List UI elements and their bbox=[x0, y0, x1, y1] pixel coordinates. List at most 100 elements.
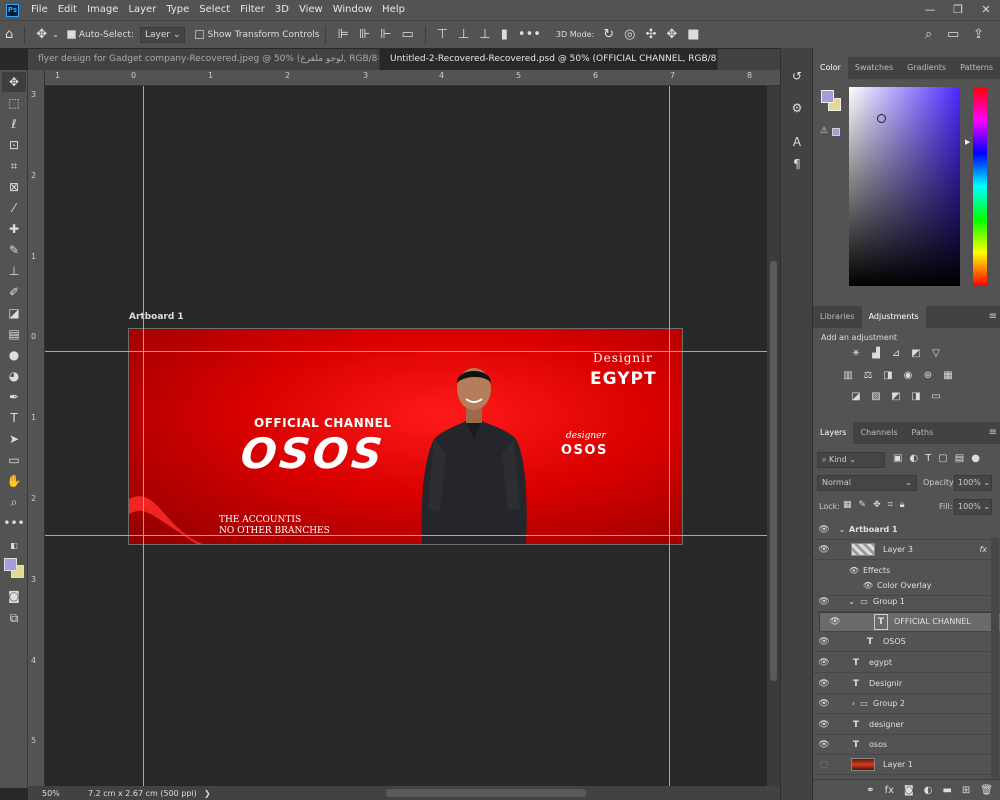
zoom-tool-icon[interactable]: ⌕ bbox=[2, 492, 26, 512]
menu-edit[interactable]: Edit bbox=[53, 0, 82, 20]
move-tool-icon[interactable]: ✥ bbox=[2, 72, 26, 92]
menu-type[interactable]: Type bbox=[161, 0, 194, 20]
gradient-tool-icon[interactable]: ▤ bbox=[2, 324, 26, 344]
visibility-eye-icon[interactable]: 👁︎ bbox=[824, 615, 846, 629]
home-icon[interactable]: ⌂ bbox=[5, 21, 13, 49]
close-button[interactable]: ✕ bbox=[972, 0, 1000, 20]
tab-swatches[interactable]: Swatches bbox=[848, 57, 900, 79]
align-left-icon[interactable]: ⊫ bbox=[337, 21, 348, 49]
layer-row-osos[interactable]: 👁︎ T OSOS bbox=[813, 632, 1000, 652]
character-panel-icon[interactable]: A bbox=[787, 132, 807, 152]
layer-row-layer-3[interactable]: 👁︎ Layer 3 fx bbox=[813, 540, 1000, 560]
panel-menu-icon[interactable]: ≡ bbox=[989, 306, 997, 328]
link-layers-icon[interactable]: ⚭ bbox=[866, 785, 874, 796]
visibility-eye-icon[interactable]: 👁︎ bbox=[813, 699, 835, 709]
tab-flyer-design[interactable]: flyer design for Gadget company-Recovere… bbox=[28, 49, 380, 70]
chevron-right-icon[interactable]: › bbox=[835, 699, 855, 708]
gamut-warning-icon[interactable]: ⚠ bbox=[820, 126, 828, 136]
zoom-level[interactable]: 50% bbox=[42, 789, 82, 798]
search-icon[interactable]: ⌕ bbox=[925, 21, 932, 49]
photo-filter-icon[interactable]: ◉ bbox=[901, 370, 915, 382]
tab-color[interactable]: Color bbox=[813, 57, 848, 79]
tab-layers[interactable]: Layers bbox=[813, 422, 854, 444]
edit-toolbar-icon[interactable]: ••• bbox=[2, 513, 26, 533]
gradient-map-icon[interactable]: ▭ bbox=[929, 391, 943, 403]
properties-panel-icon[interactable]: ⚙ bbox=[787, 98, 807, 118]
delete-layer-icon[interactable]: 🗑︎ bbox=[980, 785, 993, 796]
layer-row-layer-1[interactable]: ▢ Layer 1 bbox=[813, 755, 1000, 775]
share-icon[interactable]: ⇪ bbox=[973, 21, 984, 49]
layer-row-egypt[interactable]: 👁︎ T egypt bbox=[813, 653, 1000, 673]
brightness-icon[interactable]: ☀ bbox=[849, 348, 863, 360]
shape-filter-icon[interactable]: ▢ bbox=[938, 453, 947, 464]
curves-icon[interactable]: ⊿ bbox=[889, 348, 903, 360]
layer-row-official-channel[interactable]: 👁︎ T OFFICIAL CHANNEL bbox=[819, 612, 1000, 632]
foreground-color-swatch[interactable] bbox=[4, 558, 17, 571]
visibility-box-icon[interactable]: ▢ bbox=[813, 760, 835, 770]
layer-effects-fx-icon[interactable]: fx bbox=[979, 545, 987, 554]
layer-row-artboard-1[interactable]: 👁︎ ⌄ Artboard 1 bbox=[813, 520, 1000, 540]
object-select-tool-icon[interactable]: ⊡ bbox=[2, 135, 26, 155]
visibility-eye-icon[interactable]: 👁︎ bbox=[813, 740, 835, 750]
visibility-eye-icon[interactable]: 👁︎ bbox=[813, 525, 835, 535]
layers-scrollbar[interactable] bbox=[991, 538, 999, 778]
hue-slider-handle[interactable]: ▶ bbox=[965, 138, 970, 146]
show-transform-checkbox[interactable] bbox=[195, 30, 205, 39]
tab-channels[interactable]: Channels bbox=[853, 422, 904, 444]
scrollbar-thumb[interactable] bbox=[770, 261, 777, 681]
tab-adjustments[interactable]: Adjustments bbox=[861, 306, 926, 328]
visibility-eye-icon[interactable]: 👁︎ bbox=[813, 720, 835, 730]
lock-image-icon[interactable]: ✎ bbox=[859, 500, 867, 510]
path-selection-tool-icon[interactable]: ➤ bbox=[2, 429, 26, 449]
vertical-scrollbar[interactable] bbox=[767, 86, 780, 786]
hand-tool-icon[interactable]: ✋ bbox=[2, 471, 26, 491]
brush-tool-icon[interactable]: ✎ bbox=[2, 240, 26, 260]
tab-libraries[interactable]: Libraries bbox=[813, 306, 862, 328]
crop-tool-icon[interactable]: ⌗ bbox=[2, 156, 26, 176]
rectangle-tool-icon[interactable]: ▭ bbox=[2, 450, 26, 470]
menu-window[interactable]: Window bbox=[328, 0, 377, 20]
lock-artboard-icon[interactable]: ⌗ bbox=[888, 500, 893, 510]
3d-pan-icon[interactable]: ✣ bbox=[645, 21, 656, 49]
type-filter-icon[interactable]: T bbox=[925, 453, 931, 464]
tab-paths[interactable]: Paths bbox=[905, 422, 941, 444]
pixel-filter-icon[interactable]: ▣ bbox=[893, 453, 902, 464]
visibility-eye-icon[interactable]: 👁︎ bbox=[813, 679, 835, 689]
artboard[interactable]: OFFICIAL CHANNEL OSOS Designir EGYPT des… bbox=[128, 328, 683, 545]
align-top-icon[interactable]: ⊤ bbox=[437, 21, 448, 49]
frame-tool-icon[interactable]: ⊠ bbox=[2, 177, 26, 197]
opacity-field[interactable]: 100% ⌄ bbox=[954, 475, 992, 491]
new-adjustment-icon[interactable]: ◐ bbox=[924, 785, 933, 796]
channel-mixer-icon[interactable]: ⊛ bbox=[921, 370, 935, 382]
selective-color-icon[interactable]: ◨ bbox=[909, 391, 923, 403]
tab-untitled-2[interactable]: Untitled-2-Recovered-Recovered.psd @ 50%… bbox=[380, 49, 718, 70]
move-tool-preset-icon[interactable]: ✥ bbox=[36, 21, 47, 49]
layer-kind-filter[interactable]: ⌕ Kind ⌄ bbox=[817, 452, 885, 468]
posterize-icon[interactable]: ▨ bbox=[869, 391, 883, 403]
panel-menu-icon[interactable]: ≡ bbox=[989, 422, 997, 444]
hue-slider[interactable] bbox=[973, 87, 987, 286]
align-middle-icon[interactable]: ⊥ bbox=[458, 21, 469, 49]
quick-mask-icon[interactable]: ◙ bbox=[2, 586, 26, 606]
invert-icon[interactable]: ◪ bbox=[849, 391, 863, 403]
chevron-down-icon[interactable]: ⌄ bbox=[835, 597, 855, 606]
visibility-eye-icon[interactable]: 👁︎ bbox=[813, 658, 835, 668]
fill-field[interactable]: 100% ⌄ bbox=[954, 499, 992, 515]
black-white-icon[interactable]: ◨ bbox=[881, 370, 895, 382]
healing-brush-tool-icon[interactable]: ✚ bbox=[2, 219, 26, 239]
color-spectrum-field[interactable] bbox=[849, 87, 960, 286]
default-colors-icon[interactable]: ◧ bbox=[2, 536, 26, 556]
minimize-button[interactable]: — bbox=[916, 0, 944, 20]
visibility-eye-icon[interactable]: 👁︎ bbox=[813, 637, 835, 647]
blend-mode-dropdown[interactable]: Normal ⌄ bbox=[817, 475, 917, 491]
menu-3d[interactable]: 3D bbox=[270, 0, 294, 20]
status-menu-arrow[interactable]: ❯ bbox=[204, 789, 211, 798]
menu-file[interactable]: File bbox=[26, 0, 53, 20]
auto-select-dropdown[interactable]: Layer ⌄ bbox=[139, 26, 186, 43]
color-picker-cursor[interactable] bbox=[877, 114, 886, 123]
vibrance-icon[interactable]: ▽ bbox=[929, 348, 943, 360]
marquee-tool-icon[interactable]: ⬚ bbox=[2, 93, 26, 113]
paragraph-panel-icon[interactable]: ¶ bbox=[787, 154, 807, 174]
document-info[interactable]: 7.2 cm x 2.67 cm (500 ppi) bbox=[88, 789, 197, 798]
artboard-label[interactable]: Artboard 1 bbox=[129, 312, 184, 322]
